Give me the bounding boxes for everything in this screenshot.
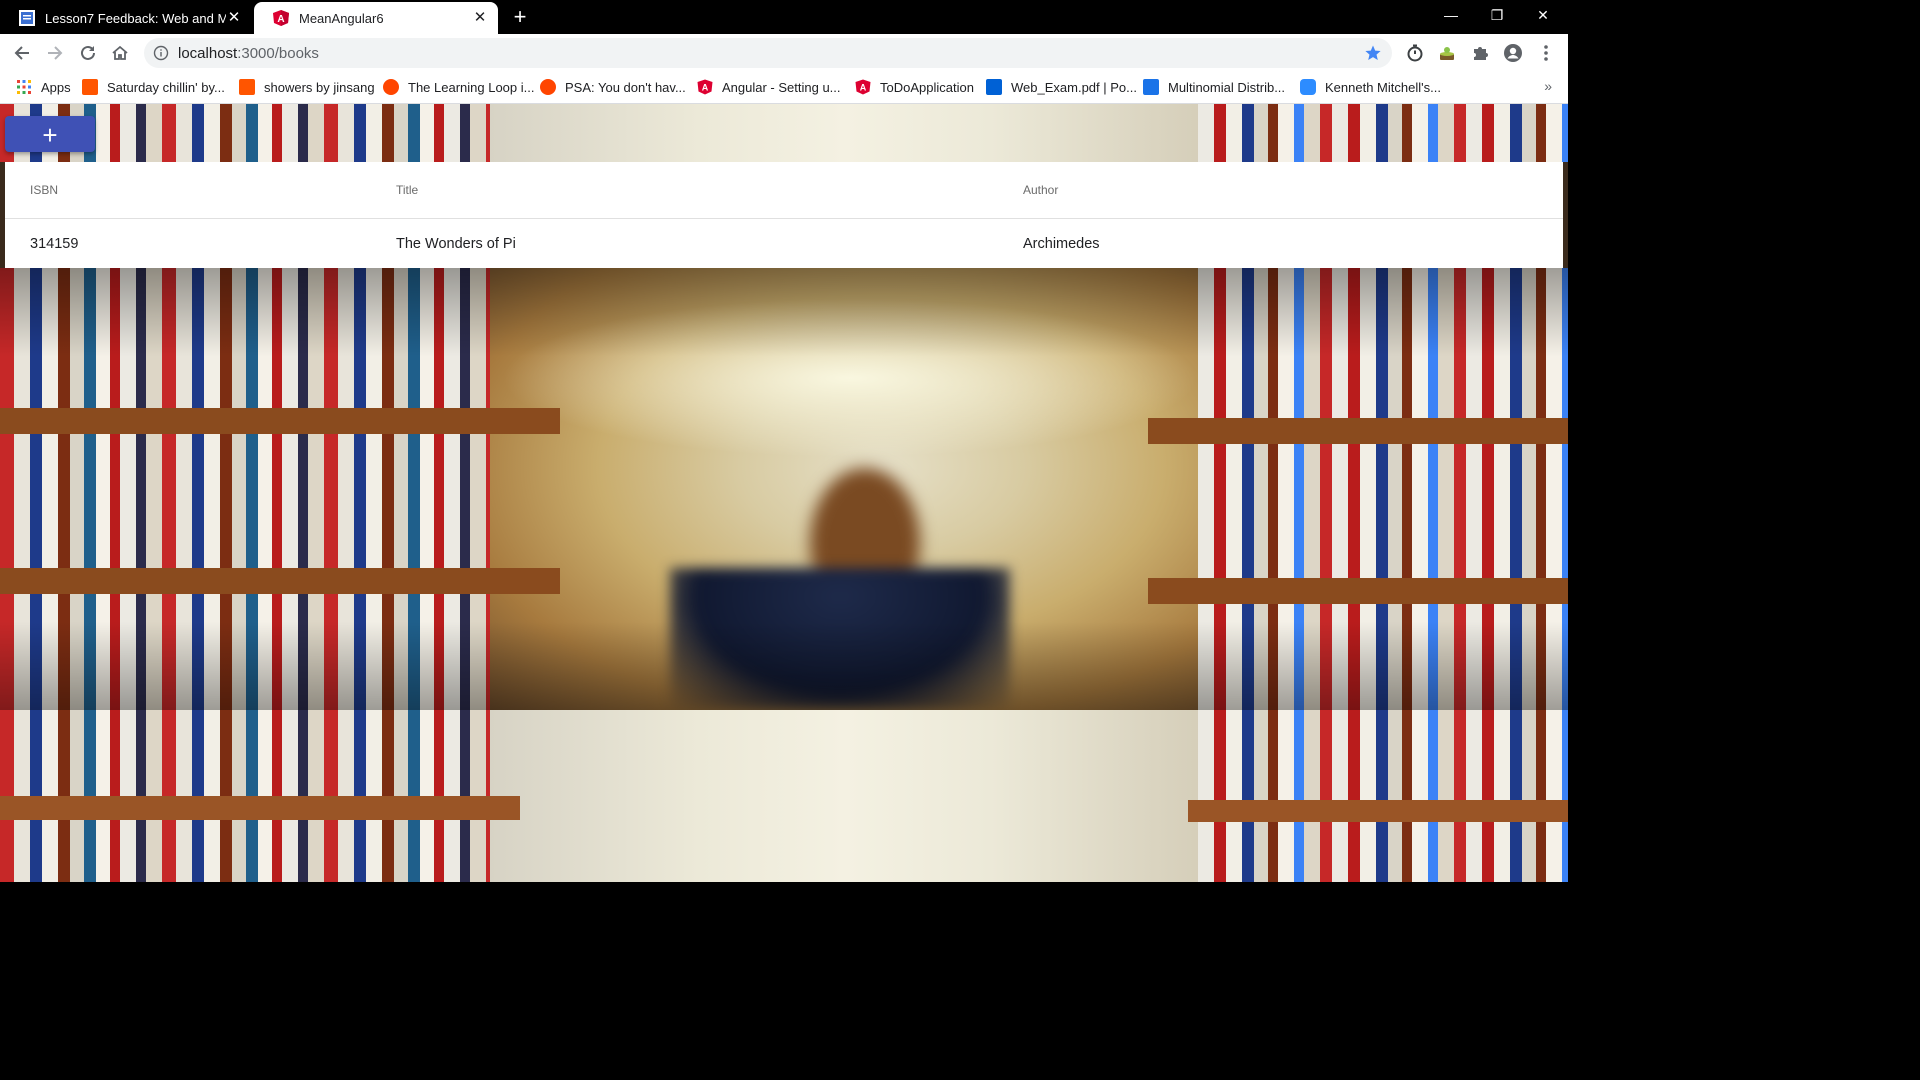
bookmark-apps[interactable]: Apps: [16, 77, 71, 97]
stopwatch-icon: [1407, 44, 1423, 62]
angular-favicon-icon: A: [273, 10, 289, 26]
home-icon: [112, 45, 128, 60]
address-url[interactable]: localhost:3000/books: [178, 45, 319, 62]
cell-author: Archimedes: [1023, 235, 1100, 252]
browser-menu-button[interactable]: [1535, 42, 1557, 64]
column-header-title[interactable]: Title: [396, 162, 1023, 219]
url-path: :3000/books: [237, 45, 319, 62]
zoom-icon: [1300, 79, 1316, 95]
bookmark-learning-loop[interactable]: The Learning Loop i...: [383, 77, 534, 97]
background-library-image-top: [0, 104, 1568, 162]
forward-arrow-icon: [48, 46, 63, 60]
forward-button[interactable]: [42, 40, 68, 66]
url-host: localhost: [178, 45, 238, 62]
timer-extension-button[interactable]: [1404, 42, 1426, 64]
bookmark-kenneth-mitchell[interactable]: Kenneth Mitchell's...: [1300, 77, 1441, 97]
tab-close-icon[interactable]: ✕: [472, 10, 488, 26]
bookmark-label: showers by jinsang: [264, 79, 375, 95]
document-favicon-icon: [19, 10, 35, 26]
plant-extension-button[interactable]: [1436, 42, 1458, 64]
soundcloud-icon: [239, 79, 255, 95]
bookmark-label: PSA: You don't hav...: [565, 79, 686, 95]
kebab-menu-icon: [1544, 45, 1548, 61]
back-button[interactable]: [9, 40, 35, 66]
bookmark-psa[interactable]: PSA: You don't hav...: [540, 77, 686, 97]
puzzle-piece-icon: [1474, 47, 1488, 60]
background-library-image-bottom: [0, 710, 1568, 882]
cell-isbn: 314159: [30, 235, 79, 252]
new-tab-button[interactable]: +: [508, 5, 532, 29]
extensions-button[interactable]: [1469, 42, 1491, 64]
angular-icon: A: [697, 79, 713, 95]
account-avatar-icon: [1504, 44, 1522, 62]
bookmark-label: Apps: [41, 79, 71, 95]
bookmark-angular-setting-up[interactable]: A Angular - Setting u...: [697, 77, 841, 97]
cell-title: The Wonders of Pi: [396, 235, 516, 252]
tab-title: MeanAngular6: [299, 10, 384, 26]
table-row[interactable]: 314159 The Wonders of Pi Archimedes: [5, 219, 1563, 269]
address-bar[interactable]: localhost:3000/books: [144, 38, 1392, 68]
back-arrow-icon: [14, 46, 29, 60]
reddit-icon: [540, 79, 556, 95]
tab-strip: Lesson7 Feedback: Web and Mobile ✕ A Mea…: [0, 0, 1568, 34]
bookmark-label: Angular - Setting u...: [722, 79, 841, 95]
st-icon: [1143, 79, 1159, 95]
restore-window-button[interactable]: ❐: [1474, 0, 1520, 32]
tab-lesson7-feedback[interactable]: Lesson7 Feedback: Web and Mobile ✕: [0, 2, 252, 34]
apps-grid-icon: [17, 80, 31, 94]
add-book-button[interactable]: +: [5, 116, 95, 152]
plant-pot-icon: [1440, 47, 1454, 60]
bookmarks-bar: Apps Saturday chillin' by... showers by …: [0, 72, 1568, 104]
browser-toolbar: localhost:3000/books: [0, 34, 1568, 72]
tab-meanangular6[interactable]: A MeanAngular6 ✕: [254, 2, 498, 34]
site-info-icon[interactable]: [153, 45, 169, 61]
soundcloud-icon: [82, 79, 98, 95]
profile-button[interactable]: [1502, 42, 1524, 64]
bookmark-label: Web_Exam.pdf | Po...: [1011, 79, 1137, 95]
home-button[interactable]: [107, 40, 133, 66]
page-viewport: + ISBN Title Author 314159 The Wonders o…: [0, 104, 1568, 882]
table-header-row: ISBN Title Author: [5, 162, 1563, 219]
books-table: ISBN Title Author 314159 The Wonders of …: [5, 162, 1563, 268]
tab-close-icon[interactable]: ✕: [226, 10, 242, 26]
bookmark-label: ToDoApplication: [880, 79, 974, 95]
bookmark-label: Kenneth Mitchell's...: [1325, 79, 1441, 95]
reload-button[interactable]: [75, 40, 101, 66]
bookmark-label: The Learning Loop i...: [408, 79, 535, 95]
bookmark-label: Saturday chillin' by...: [107, 79, 225, 95]
background-library-image: [0, 268, 1568, 710]
bookmark-saturday-chillin[interactable]: Saturday chillin' by...: [82, 77, 225, 97]
tab-title: Lesson7 Feedback: Web and Mobile: [45, 10, 226, 26]
column-header-isbn[interactable]: ISBN: [5, 162, 396, 219]
minimize-window-button[interactable]: —: [1428, 0, 1474, 32]
bookmark-web-exam-pdf[interactable]: Web_Exam.pdf | Po...: [986, 77, 1137, 97]
svg-text:A: A: [277, 14, 284, 25]
box-icon: [986, 79, 1002, 95]
angular-icon: A: [855, 79, 871, 95]
bookmark-label: Multinomial Distrib...: [1168, 79, 1286, 95]
bookmark-multinomial[interactable]: Multinomial Distrib...: [1143, 77, 1285, 97]
column-header-author[interactable]: Author: [1023, 162, 1563, 219]
close-window-button[interactable]: ✕: [1520, 0, 1566, 32]
bookmarks-overflow-button[interactable]: »: [1544, 78, 1552, 94]
svg-text:A: A: [702, 83, 709, 93]
svg-text:A: A: [860, 83, 867, 93]
reload-icon: [81, 45, 95, 60]
bookmark-todoapplication[interactable]: A ToDoApplication: [855, 77, 974, 97]
bookmark-showers-by-jinsang[interactable]: showers by jinsang: [239, 77, 375, 97]
bookmark-star-icon[interactable]: [1364, 44, 1382, 62]
reddit-icon: [383, 79, 399, 95]
